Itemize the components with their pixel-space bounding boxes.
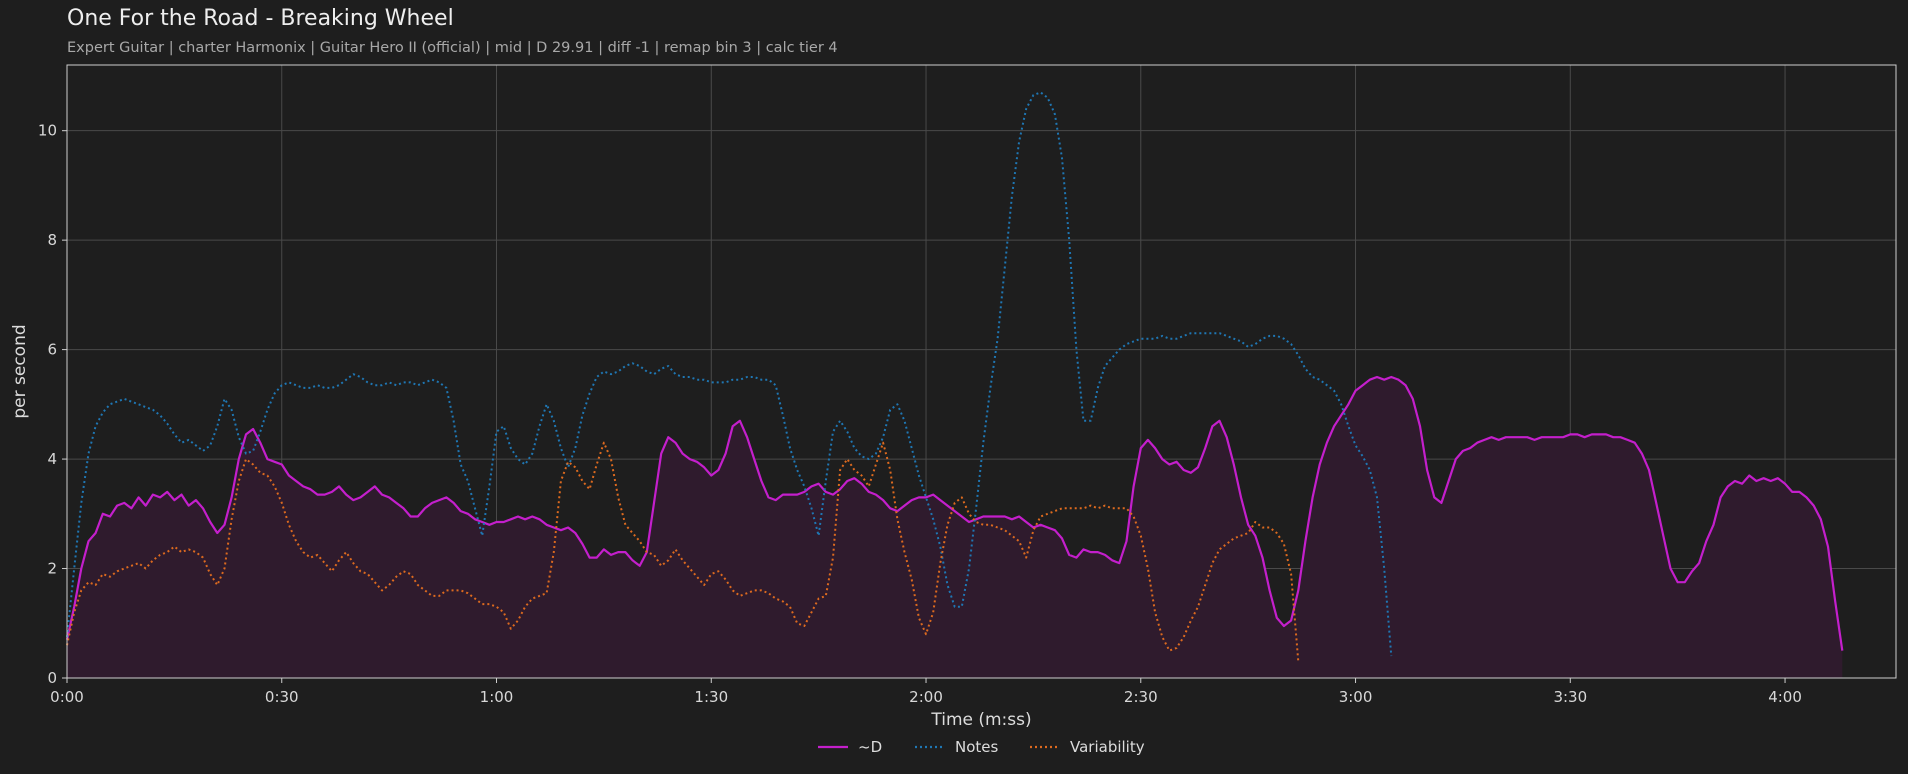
series-layer [65,91,1844,678]
y-tick-label: 4 [47,450,57,468]
x-tick-label: 3:30 [1553,688,1587,706]
x-tick-label: 0:00 [50,688,84,706]
legend: ~D Notes Variability [818,738,1145,756]
line-chart: 0:00 0:30 1:00 1:30 2:00 2:30 3:00 3:30 4:00 0 2 4 6… [10,64,1897,756]
y-tick-label: 0 [47,669,57,687]
y-tick-label: 10 [38,122,57,140]
x-tick-label: 0:30 [265,688,299,706]
x-axis-label: Time (m:ss) [930,710,1031,730]
x-tick-label: 3:00 [1339,688,1373,706]
x-tick-label: 2:00 [909,688,943,706]
y-tick-label: 2 [47,560,57,578]
y-tick-label: 6 [47,341,57,359]
y-tick-label: 8 [47,231,57,249]
x-tick-label: 4:00 [1768,688,1802,706]
series-area-d [67,377,1843,678]
x-tick-label: 1:30 [694,688,728,706]
y-axis-label: per second [10,324,30,418]
legend-label: Notes [955,738,999,756]
legend-label: ~D [858,738,882,756]
x-tick-label: 2:30 [1124,688,1158,706]
x-tick-label: 1:00 [480,688,514,706]
legend-label: Variability [1070,738,1145,756]
